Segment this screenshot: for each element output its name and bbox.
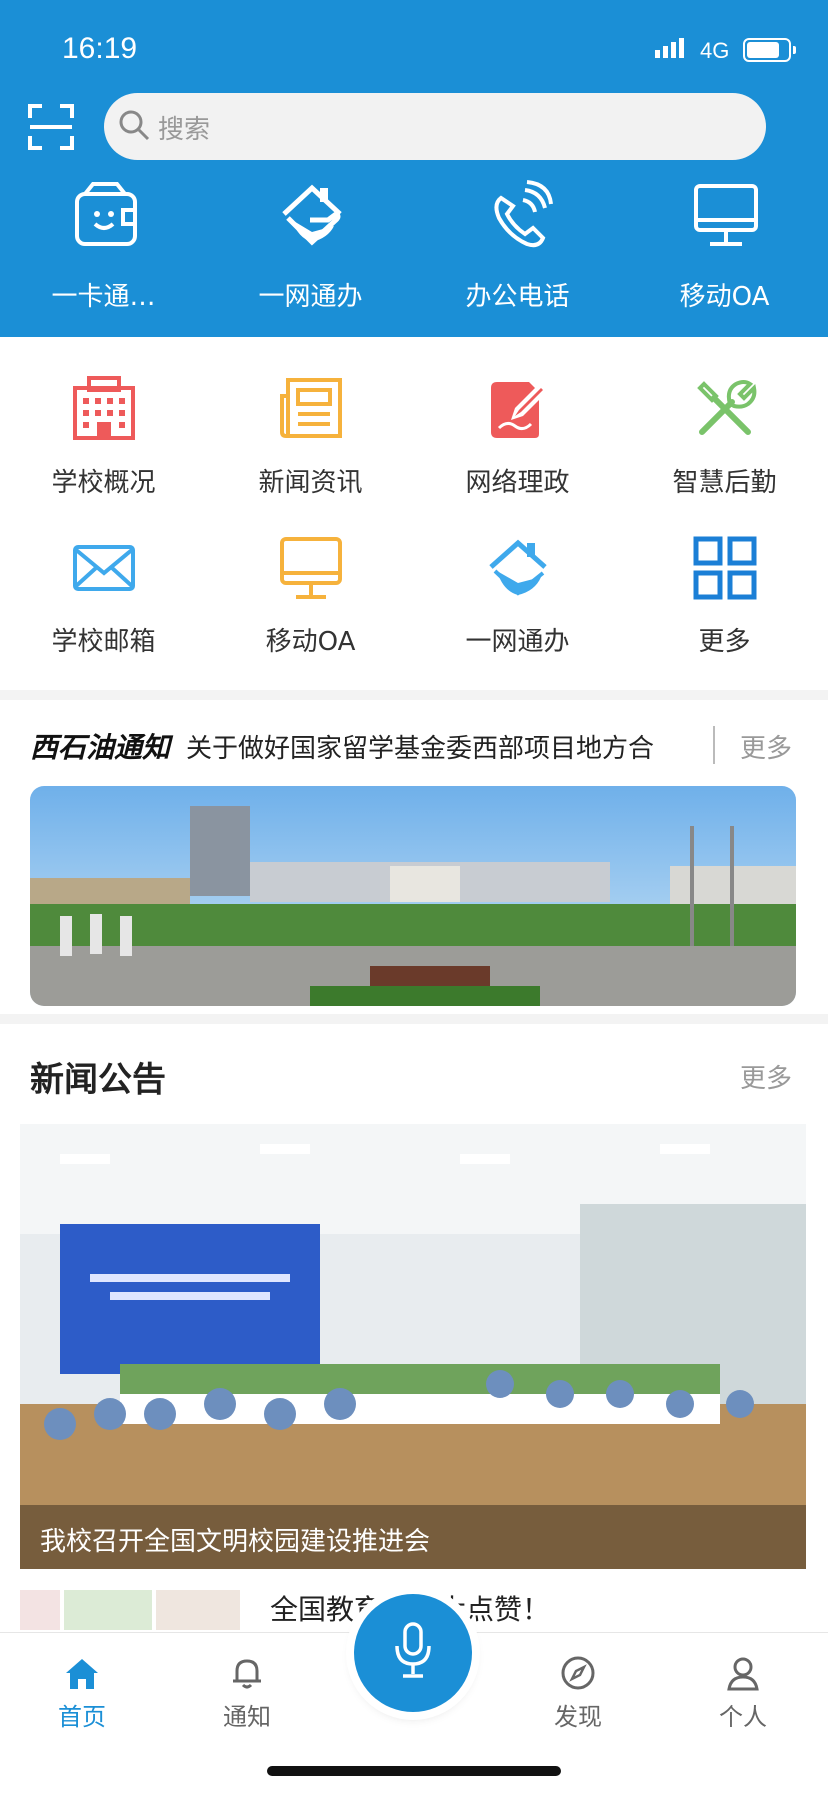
mail-icon bbox=[73, 545, 135, 591]
notice-title[interactable]: 关于做好国家留学基金委西部项目地方合 bbox=[186, 728, 672, 765]
news-section-title: 新闻公告 bbox=[30, 1060, 166, 1100]
notice-more-link[interactable]: 更多 bbox=[740, 728, 792, 765]
notice-divider bbox=[713, 726, 715, 764]
quick-item-online-service[interactable]: 一网通办 bbox=[207, 180, 414, 320]
service-label: 更多 bbox=[698, 627, 751, 657]
service-more[interactable]: 更多 bbox=[621, 535, 828, 675]
battery-icon bbox=[743, 38, 796, 62]
scan-icon[interactable] bbox=[28, 104, 74, 150]
meeting-photo bbox=[20, 1124, 806, 1569]
search-placeholder: 搜索 bbox=[158, 115, 211, 145]
service-label: 学校概况 bbox=[51, 468, 156, 498]
service-school-overview[interactable]: 学校概况 bbox=[0, 376, 207, 516]
monitor-icon bbox=[280, 537, 342, 599]
home-icon bbox=[66, 1659, 98, 1689]
quick-label: 一卡通… bbox=[51, 282, 156, 312]
building-icon bbox=[73, 376, 135, 440]
service-school-mailbox[interactable]: 学校邮箱 bbox=[0, 535, 207, 675]
tab-label: 个人 bbox=[719, 1703, 767, 1731]
quick-item-card[interactable]: 一卡通… bbox=[0, 180, 207, 320]
search-icon bbox=[119, 110, 150, 141]
person-icon bbox=[727, 1657, 759, 1691]
status-time: 16:19 bbox=[62, 32, 138, 65]
tools-icon bbox=[697, 380, 757, 435]
tab-label: 发现 bbox=[554, 1703, 602, 1731]
quick-label: 办公电话 bbox=[465, 282, 570, 312]
service-label: 新闻资讯 bbox=[258, 468, 363, 498]
status-bar: 16:19 4G bbox=[0, 28, 828, 72]
phone-icon bbox=[494, 180, 553, 248]
featured-news-card[interactable]: 我校召开全国文明校园建设推进会 bbox=[20, 1124, 806, 1569]
monitor-icon bbox=[694, 184, 758, 246]
house-hand-icon bbox=[282, 184, 342, 246]
news-thumbnail bbox=[20, 1590, 240, 1630]
section-divider bbox=[0, 1014, 828, 1024]
service-label: 移动OA bbox=[265, 627, 356, 657]
service-mobile-oa[interactable]: 移动OA bbox=[207, 535, 414, 675]
service-news[interactable]: 新闻资讯 bbox=[207, 376, 414, 516]
featured-news-caption-bar: 我校召开全国文明校园建设推进会 bbox=[20, 1505, 806, 1569]
service-label: 学校邮箱 bbox=[51, 627, 156, 657]
service-network-governance[interactable]: 网络理政 bbox=[414, 376, 621, 516]
pen-edit-icon bbox=[491, 382, 549, 438]
notice-brand-logo: 西石油通知 bbox=[30, 731, 171, 764]
tab-notice[interactable]: 通知 bbox=[187, 1643, 307, 1733]
quick-item-mobile-oa[interactable]: 移动OA bbox=[621, 180, 828, 320]
newspaper-icon bbox=[280, 378, 342, 438]
quick-label: 移动OA bbox=[679, 282, 770, 312]
news-more-link[interactable]: 更多 bbox=[740, 1058, 792, 1095]
quick-label: 一网通办 bbox=[258, 282, 363, 312]
quick-item-phone[interactable]: 办公电话 bbox=[414, 180, 621, 320]
tab-home[interactable]: 首页 bbox=[22, 1643, 142, 1733]
service-label: 一网通办 bbox=[465, 627, 570, 657]
network-type: 4G bbox=[700, 38, 730, 63]
service-label: 智慧后勤 bbox=[672, 468, 777, 498]
house-hand-icon bbox=[489, 539, 547, 596]
bell-icon bbox=[233, 1659, 261, 1689]
service-online-service[interactable]: 一网通办 bbox=[414, 535, 621, 675]
tab-label: 首页 bbox=[58, 1703, 106, 1731]
service-smart-logistics[interactable]: 智慧后勤 bbox=[621, 376, 828, 516]
campus-photo bbox=[30, 786, 796, 1006]
search-input[interactable]: 搜索 bbox=[104, 93, 766, 160]
tab-label: 通知 bbox=[223, 1703, 271, 1731]
section-divider bbox=[0, 690, 828, 700]
featured-news-caption: 我校召开全国文明校园建设推进会 bbox=[40, 1527, 431, 1557]
grid-more-icon bbox=[693, 536, 757, 600]
notice-bar[interactable]: 西石油通知 关于做好国家留学基金委西部项目地方合 更多 bbox=[0, 700, 828, 790]
compass-icon bbox=[561, 1656, 595, 1690]
voice-button[interactable] bbox=[354, 1594, 472, 1712]
signal-icon bbox=[655, 38, 684, 58]
microphone-icon bbox=[395, 1622, 431, 1678]
campus-banner-image[interactable] bbox=[30, 786, 796, 1006]
tab-personal[interactable]: 个人 bbox=[683, 1643, 803, 1733]
service-label: 网络理政 bbox=[465, 468, 570, 498]
tab-discover[interactable]: 发现 bbox=[518, 1643, 638, 1733]
wallet-card-icon bbox=[75, 182, 137, 246]
home-indicator[interactable] bbox=[267, 1766, 561, 1776]
